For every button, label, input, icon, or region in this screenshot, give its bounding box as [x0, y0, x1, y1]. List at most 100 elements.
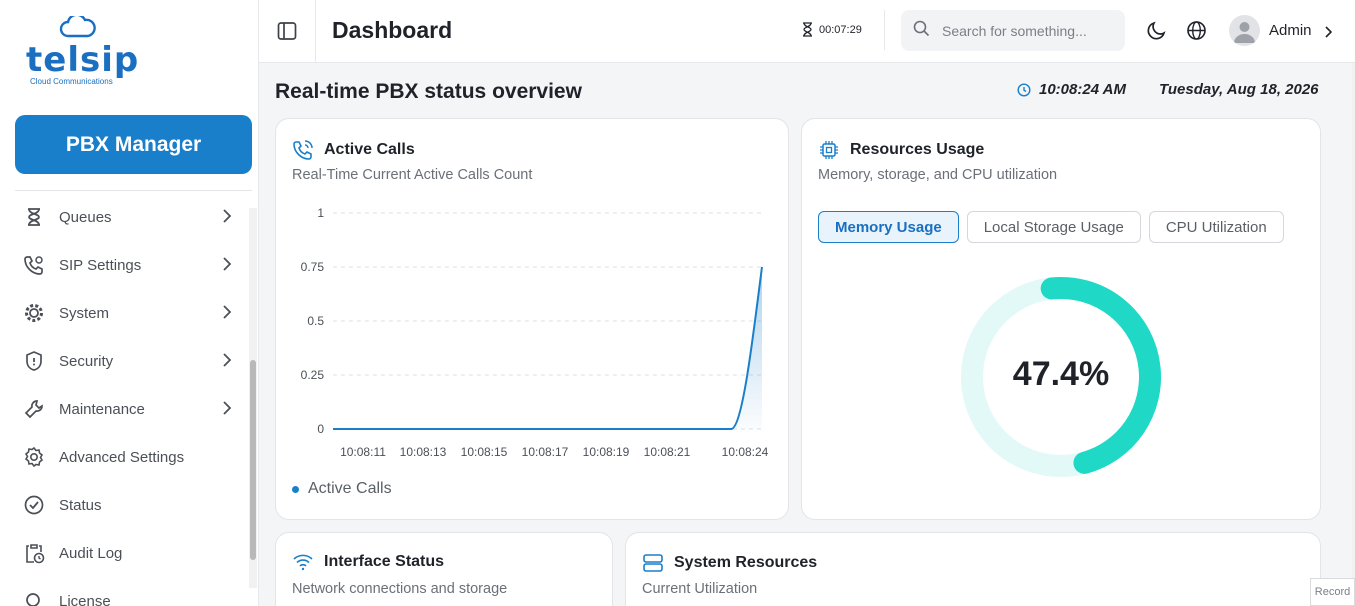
legend-marker — [292, 485, 299, 493]
dark-mode-toggle-icon[interactable] — [1146, 20, 1167, 46]
search-icon — [23, 590, 45, 606]
y-tick-label: 0.25 — [301, 368, 325, 382]
brand-tagline: Cloud Communications — [30, 77, 113, 86]
system-resources-card: System Resources Current Utilization — [625, 532, 1321, 606]
resource-tabs: Memory Usage Local Storage Usage CPU Uti… — [818, 211, 1292, 243]
card-title: Resources Usage — [850, 141, 985, 158]
sidebar-item-license[interactable]: License — [15, 577, 245, 606]
cog-icon — [23, 302, 45, 324]
sidebar-item-security[interactable]: Security — [15, 337, 245, 385]
telsip-logo[interactable]: telsip Cloud Communications — [24, 16, 138, 88]
language-globe-icon[interactable] — [1186, 20, 1207, 46]
card-subtitle: Memory, storage, and CPU utilization — [818, 167, 1058, 183]
series-area — [333, 267, 762, 429]
search-input[interactable]: Search for something... — [901, 10, 1125, 51]
check-circle-icon — [23, 494, 45, 516]
hourglass-icon — [803, 22, 812, 37]
chevron-right-icon — [222, 353, 232, 372]
card-title: System Resources — [674, 554, 818, 571]
active-calls-chart: 0 0.25 0.5 0.75 1 10:08:11 10:08:13 10:08:15 10:… — [301, 206, 769, 459]
clock-icon — [1017, 82, 1031, 97]
record-button[interactable]: Record — [1310, 578, 1355, 606]
y-tick-label: 1 — [317, 206, 324, 220]
cpu-chip-icon — [820, 141, 838, 159]
tab-local-storage-usage[interactable]: Local Storage Usage — [966, 211, 1141, 243]
sidebar-item-label: Maintenance — [59, 400, 145, 418]
header-divider — [884, 10, 885, 50]
chart-legend: Active Calls — [292, 480, 392, 498]
x-tick-label: 10:08:19 — [583, 445, 630, 459]
sidebar-toggle-icon[interactable] — [277, 21, 297, 46]
section-title: Real-time PBX status overview — [275, 80, 582, 103]
user-name[interactable]: Admin — [1269, 22, 1312, 39]
gauge-value: 47.4% — [1012, 355, 1110, 393]
resources-usage-card: Resources Usage Memory, storage, and CPU… — [801, 118, 1321, 520]
clipboard-clock-icon — [23, 542, 45, 564]
tab-memory-usage[interactable]: Memory Usage — [818, 211, 959, 243]
session-timer-value: 00:07:29 — [819, 23, 862, 36]
server-icon — [643, 554, 663, 572]
card-subtitle: Network connections and storage — [292, 581, 508, 597]
card-header: Resources Usage — [818, 139, 984, 161]
card-title: Interface Status — [324, 553, 445, 570]
series-line-active-calls — [333, 266, 763, 430]
hourglass-icon — [23, 206, 45, 228]
sidebar-item-label: Security — [59, 352, 114, 370]
chevron-right-icon — [222, 257, 232, 276]
gear-icon — [23, 446, 45, 468]
x-tick-label: 10:08:21 — [644, 445, 691, 459]
current-time: 10:08:24 AM — [1017, 81, 1126, 98]
sidebar-item-sip-settings[interactable]: SIP Settings — [15, 241, 245, 289]
search-placeholder: Search for something... — [942, 22, 1087, 39]
phone-gear-icon — [23, 254, 45, 276]
sidebar-item-advanced-settings[interactable]: Advanced Settings — [15, 433, 245, 481]
current-date: Tuesday, Aug 18, 2026 — [1159, 81, 1319, 98]
cloud-logo-icon — [59, 16, 96, 38]
sidebar-item-label: SIP Settings — [59, 256, 142, 274]
chevron-right-icon — [222, 401, 232, 420]
pbx-manager-button[interactable]: PBX Manager — [15, 115, 252, 174]
x-tick-label: 10:08:17 — [522, 445, 569, 459]
chevron-right-icon — [222, 305, 232, 324]
chevron-right-icon — [222, 209, 232, 228]
card-subtitle: Current Utilization — [642, 581, 758, 597]
top-header: Dashboard 00:07:29 Search for something.… — [259, 0, 1355, 63]
sidebar-item-label: Audit Log — [59, 544, 123, 562]
sidebar-item-label: System — [59, 304, 110, 322]
x-tick-label: 10:08:24 — [722, 445, 769, 459]
session-timer: 00:07:29 — [802, 22, 862, 37]
sidebar-item-audit-log[interactable]: Audit Log — [15, 529, 245, 577]
active-calls-card: Active Calls Real-Time Current Active Ca… — [275, 118, 789, 520]
tab-cpu-utilization[interactable]: CPU Utilization — [1148, 211, 1284, 243]
card-header: Interface Status — [292, 553, 444, 571]
header-divider — [315, 0, 316, 63]
search-icon — [913, 20, 930, 42]
current-time-value: 10:08:24 AM — [1039, 81, 1126, 98]
page-title: Dashboard — [332, 17, 453, 43]
user-avatar-icon — [1234, 22, 1255, 43]
wifi-icon — [293, 554, 313, 571]
sidebar-nav: Queues SIP Settings System Security Main… — [15, 193, 245, 606]
y-tick-label: 0 — [317, 422, 324, 436]
card-header: System Resources — [642, 553, 817, 573]
avatar[interactable] — [1229, 15, 1260, 46]
shield-icon — [23, 350, 45, 372]
sidebar-scrollbar-thumb[interactable] — [250, 360, 256, 560]
x-tick-label: 10:08:11 — [340, 445, 386, 459]
sidebar-item-maintenance[interactable]: Maintenance — [15, 385, 245, 433]
sidebar-item-label: Advanced Settings — [59, 448, 185, 466]
sidebar-item-label: License — [59, 592, 111, 606]
chevron-right-icon[interactable] — [1324, 25, 1333, 43]
sidebar-item-label: Queues — [59, 208, 112, 226]
x-tick-label: 10:08:15 — [461, 445, 508, 459]
sidebar-item-status[interactable]: Status — [15, 481, 245, 529]
sidebar-item-system[interactable]: System — [15, 289, 245, 337]
interface-status-card: Interface Status Network connections and… — [275, 532, 613, 606]
sidebar-divider — [15, 190, 252, 191]
x-tick-label: 10:08:13 — [400, 445, 447, 459]
y-tick-label: 0.5 — [307, 314, 324, 328]
sidebar-item-queues[interactable]: Queues — [15, 193, 245, 241]
legend-label: Active Calls — [308, 480, 392, 497]
wrench-icon — [23, 398, 45, 420]
sidebar: telsip Cloud Communications PBX Manager … — [0, 0, 259, 606]
